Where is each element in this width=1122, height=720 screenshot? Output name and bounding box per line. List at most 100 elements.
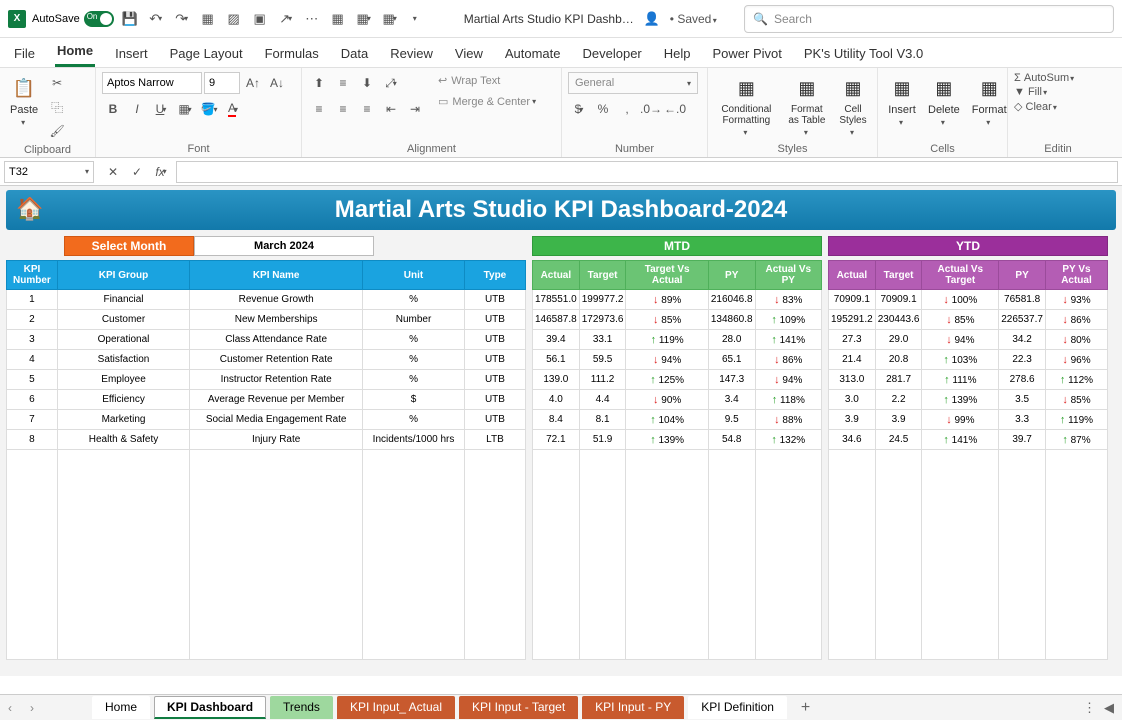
qa-icon3[interactable]: ▣ [250, 9, 270, 29]
prev-sheet-icon[interactable]: ‹ [8, 701, 24, 715]
border-icon[interactable]: ▦▾ [174, 98, 196, 120]
enter-icon[interactable]: ✓ [126, 161, 148, 183]
increase-font-icon[interactable]: A↑ [242, 72, 264, 94]
align-bottom-icon[interactable]: ⬇ [356, 72, 378, 94]
name-box[interactable]: T32▾ [4, 161, 94, 183]
qa-icon2[interactable]: ▨ [224, 9, 244, 29]
conditional-formatting-button[interactable]: ▦Conditional Formatting▾ [714, 72, 779, 139]
format-painter-icon[interactable]: 🖌 [46, 120, 68, 142]
table-row[interactable]: 195291.2230443.6↓ 85%226537.7↓ 86% [829, 310, 1108, 330]
qa-icon8[interactable]: ▦▾ [380, 9, 400, 29]
delete-button[interactable]: ▦Delete▾ [924, 72, 964, 129]
table-row[interactable]: 21.420.8↑ 103%22.3↓ 96% [829, 350, 1108, 370]
table-row[interactable]: 4SatisfactionCustomer Retention Rate%UTB [7, 350, 526, 370]
align-left-icon[interactable]: ≡ [308, 98, 330, 120]
qa-icon6[interactable]: ▦ [328, 9, 348, 29]
number-format-select[interactable]: General▾ [568, 72, 698, 94]
ribbon-tab-developer[interactable]: Developer [581, 42, 644, 67]
paste-button[interactable]: 📋Paste▾ [6, 72, 42, 129]
align-middle-icon[interactable]: ≡ [332, 72, 354, 94]
table-row[interactable]: 27.329.0↓ 94%34.2↓ 80% [829, 330, 1108, 350]
font-size-input[interactable] [204, 72, 240, 94]
table-row[interactable]: 3.02.2↑ 139%3.5↓ 85% [829, 390, 1108, 410]
fx-icon[interactable]: fx▾ [150, 161, 172, 183]
sheet-tab-trends[interactable]: Trends [270, 696, 333, 719]
month-value[interactable]: March 2024 [194, 236, 374, 256]
formula-input[interactable] [176, 161, 1118, 183]
table-row[interactable]: 178551.0199977.2↓ 89%216046.8↓ 83% [533, 290, 822, 310]
sheet-tab-home[interactable]: Home [92, 696, 150, 719]
clear-button[interactable]: ◇ Clear ▾ [1014, 100, 1074, 113]
home-icon[interactable]: 🏠 [16, 196, 43, 222]
underline-icon[interactable]: U▾ [150, 98, 172, 120]
redo-icon[interactable]: ↷▾ [172, 9, 192, 29]
table-row[interactable]: 5EmployeeInstructor Retention Rate%UTB [7, 370, 526, 390]
undo-icon[interactable]: ↶▾ [146, 9, 166, 29]
percent-icon[interactable]: % [592, 98, 614, 120]
tab-options-icon[interactable]: ⋮ [1083, 700, 1096, 716]
align-center-icon[interactable]: ≡ [332, 98, 354, 120]
autosum-button[interactable]: Σ AutoSum ▾ [1014, 72, 1074, 84]
copy-icon[interactable]: ⿻ [46, 96, 68, 118]
table-row[interactable]: 2CustomerNew MembershipsNumberUTB [7, 310, 526, 330]
ribbon-tab-insert[interactable]: Insert [113, 42, 150, 67]
ribbon-tab-help[interactable]: Help [662, 42, 693, 67]
increase-indent-icon[interactable]: ⇥ [404, 98, 426, 120]
table-row[interactable]: 72.151.9↑ 139%54.8↑ 132% [533, 430, 822, 450]
cut-icon[interactable]: ✂ [46, 72, 68, 94]
fill-color-icon[interactable]: 🪣▾ [198, 98, 220, 120]
ribbon-tab-view[interactable]: View [453, 42, 485, 67]
font-color-icon[interactable]: A▾ [222, 98, 244, 120]
sheet-tab-kpi-definition[interactable]: KPI Definition [688, 696, 787, 719]
table-row[interactable]: 6EfficiencyAverage Revenue per Member$UT… [7, 390, 526, 410]
worksheet-area[interactable]: 🏠 Martial Arts Studio KPI Dashboard-2024… [0, 186, 1122, 676]
merge-center-button[interactable]: ▭ Merge & Center ▾ [436, 93, 538, 110]
table-row[interactable]: 3OperationalClass Attendance Rate%UTB [7, 330, 526, 350]
table-row[interactable]: 146587.8172973.6↓ 85%134860.8↑ 109% [533, 310, 822, 330]
qa-icon4[interactable]: ↗▾ [276, 9, 296, 29]
ribbon-tab-home[interactable]: Home [55, 39, 95, 67]
cancel-icon[interactable]: ✕ [102, 161, 124, 183]
decrease-indent-icon[interactable]: ⇤ [380, 98, 402, 120]
ribbon-tab-pk-s-utility-tool-v3-0[interactable]: PK's Utility Tool V3.0 [802, 42, 925, 67]
share-icon[interactable]: 👤 [642, 9, 662, 29]
sheet-tab-kpi-input-py[interactable]: KPI Input - PY [582, 696, 684, 719]
table-row[interactable]: 7MarketingSocial Media Engagement Rate%U… [7, 410, 526, 430]
table-row[interactable]: 8Health & SafetyInjury RateIncidents/100… [7, 430, 526, 450]
table-row[interactable]: 56.159.5↓ 94%65.1↓ 86% [533, 350, 822, 370]
qa-icon[interactable]: ▦ [198, 9, 218, 29]
table-row[interactable]: 139.0111.2↑ 125%147.3↓ 94% [533, 370, 822, 390]
wrap-text-button[interactable]: ↩ Wrap Text [436, 72, 538, 89]
toggle-switch[interactable]: On [84, 11, 114, 27]
sheet-tab-kpi-dashboard[interactable]: KPI Dashboard [154, 696, 266, 719]
comma-icon[interactable]: , [616, 98, 638, 120]
table-row[interactable]: 34.624.5↑ 141%39.7↑ 87% [829, 430, 1108, 450]
insert-button[interactable]: ▦Insert▾ [884, 72, 920, 129]
save-icon[interactable]: 💾 [120, 9, 140, 29]
table-row[interactable]: 39.433.1↑ 119%28.0↑ 141% [533, 330, 822, 350]
sheet-tab-kpi-input-actual[interactable]: KPI Input_ Actual [337, 696, 455, 719]
next-sheet-icon[interactable]: › [30, 701, 46, 715]
ribbon-tab-automate[interactable]: Automate [503, 42, 563, 67]
cell-styles-button[interactable]: ▦Cell Styles▾ [835, 72, 871, 139]
table-row[interactable]: 8.48.1↑ 104%9.5↓ 88% [533, 410, 822, 430]
ribbon-tab-page-layout[interactable]: Page Layout [168, 42, 245, 67]
align-right-icon[interactable]: ≡ [356, 98, 378, 120]
ribbon-tab-formulas[interactable]: Formulas [263, 42, 321, 67]
table-row[interactable]: 1FinancialRevenue Growth%UTB [7, 290, 526, 310]
table-row[interactable]: 4.04.4↓ 90%3.4↑ 118% [533, 390, 822, 410]
increase-decimal-icon[interactable]: .0→ [640, 98, 662, 120]
scroll-left-icon[interactable]: ◀ [1104, 700, 1114, 716]
format-button[interactable]: ▦Format▾ [968, 72, 1011, 129]
table-row[interactable]: 70909.170909.1↓ 100%76581.8↓ 93% [829, 290, 1108, 310]
ribbon-tab-review[interactable]: Review [388, 42, 435, 67]
ribbon-tab-power-pivot[interactable]: Power Pivot [711, 42, 784, 67]
qa-dropdown[interactable]: ▾ [406, 9, 426, 29]
autosave-toggle[interactable]: AutoSave On [32, 11, 114, 27]
qa-icon5[interactable]: ⋯ [302, 9, 322, 29]
currency-icon[interactable]: $▾ [568, 98, 590, 120]
orientation-icon[interactable]: ⤢▾ [380, 72, 402, 94]
add-sheet-icon[interactable]: + [793, 699, 818, 717]
fill-button[interactable]: ▼ Fill ▾ [1014, 86, 1074, 98]
ribbon-tab-file[interactable]: File [12, 42, 37, 67]
